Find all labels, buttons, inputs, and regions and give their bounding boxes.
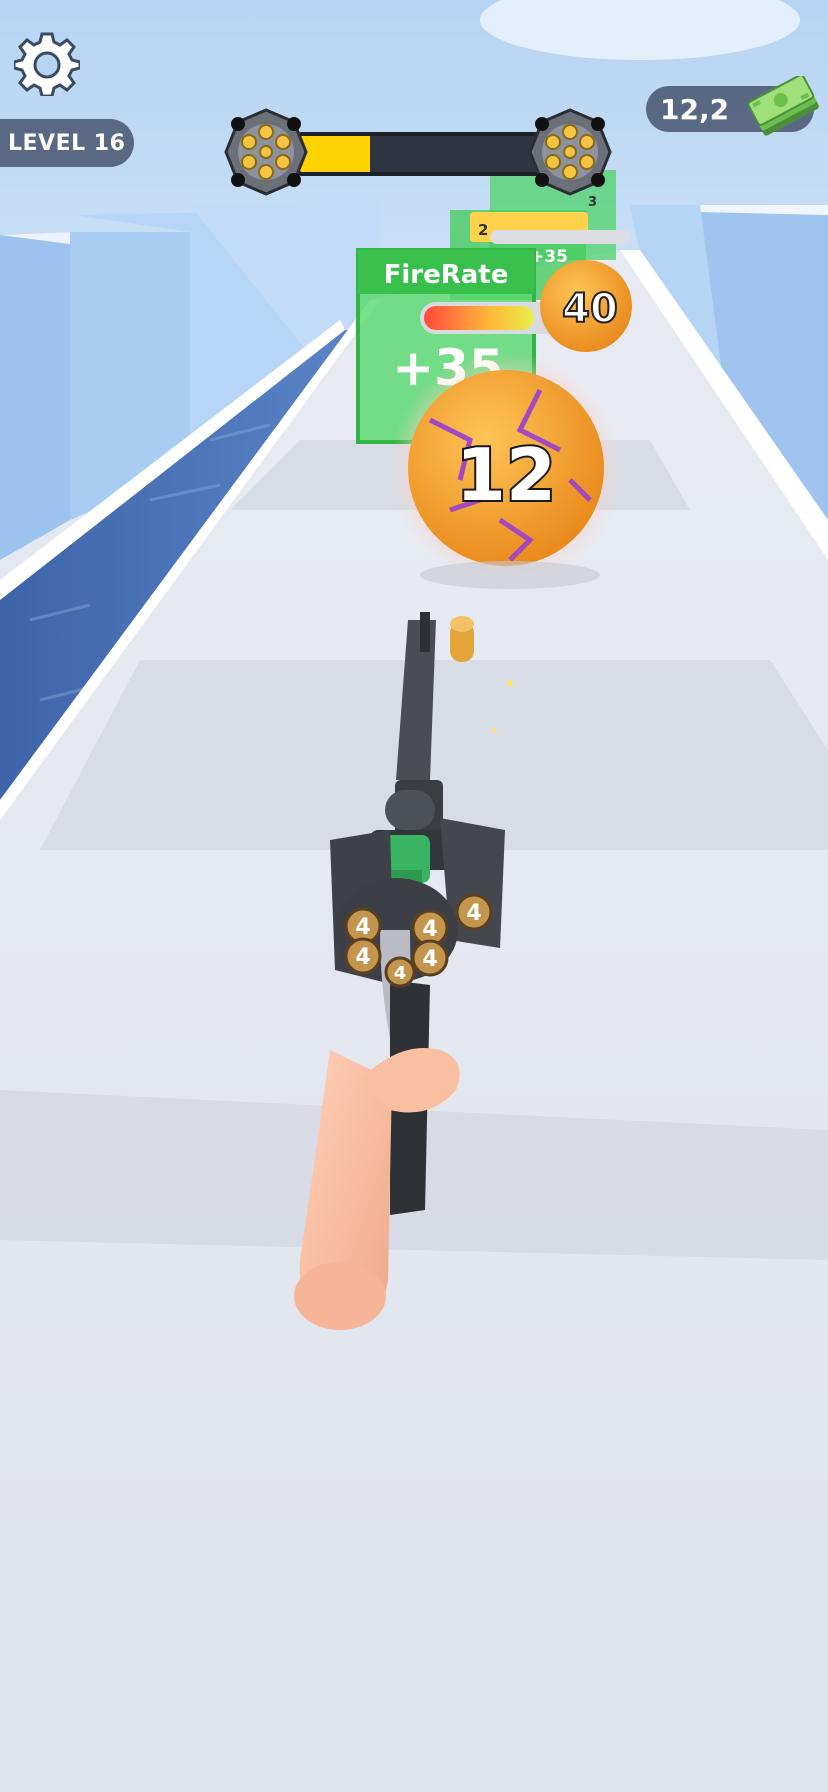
level-indicator: LEVEL 16 — [0, 119, 134, 167]
game-scene: 2 3 +35 FireRate +35 40 12 — [0, 0, 828, 1792]
cylinder-bullet-label: 4 — [422, 947, 437, 972]
gear-icon — [12, 32, 82, 98]
level-progress-bar — [296, 132, 544, 176]
gate-far-value-1: 2 — [478, 221, 488, 239]
enemy-ball-near: 12 — [390, 352, 622, 584]
cylinder-bullet-label: 4 — [394, 963, 407, 984]
cylinder-bullet-label: 4 — [466, 901, 481, 926]
gate-stat-label: FireRate — [384, 260, 509, 290]
cash-stack-icon — [748, 76, 819, 136]
revolver-cylinder-icon — [224, 108, 308, 196]
cylinder-bullet-label: 4 — [355, 945, 370, 970]
ball-near-label: 12 — [456, 433, 556, 517]
ball-far-label: 40 — [562, 286, 618, 332]
money-value: 12,2 — [660, 92, 730, 126]
gate-far-value-2: 3 — [588, 195, 597, 210]
level-label: LEVEL 16 — [8, 130, 126, 156]
enemy-ball-far: 40 — [540, 260, 632, 352]
settings-button[interactable] — [12, 30, 82, 98]
revolver-cylinder-icon — [528, 108, 612, 196]
level-progress-fill — [300, 136, 370, 172]
cylinder-bullet-label: 4 — [422, 917, 437, 942]
cylinder-bullet-label: 4 — [355, 915, 370, 940]
